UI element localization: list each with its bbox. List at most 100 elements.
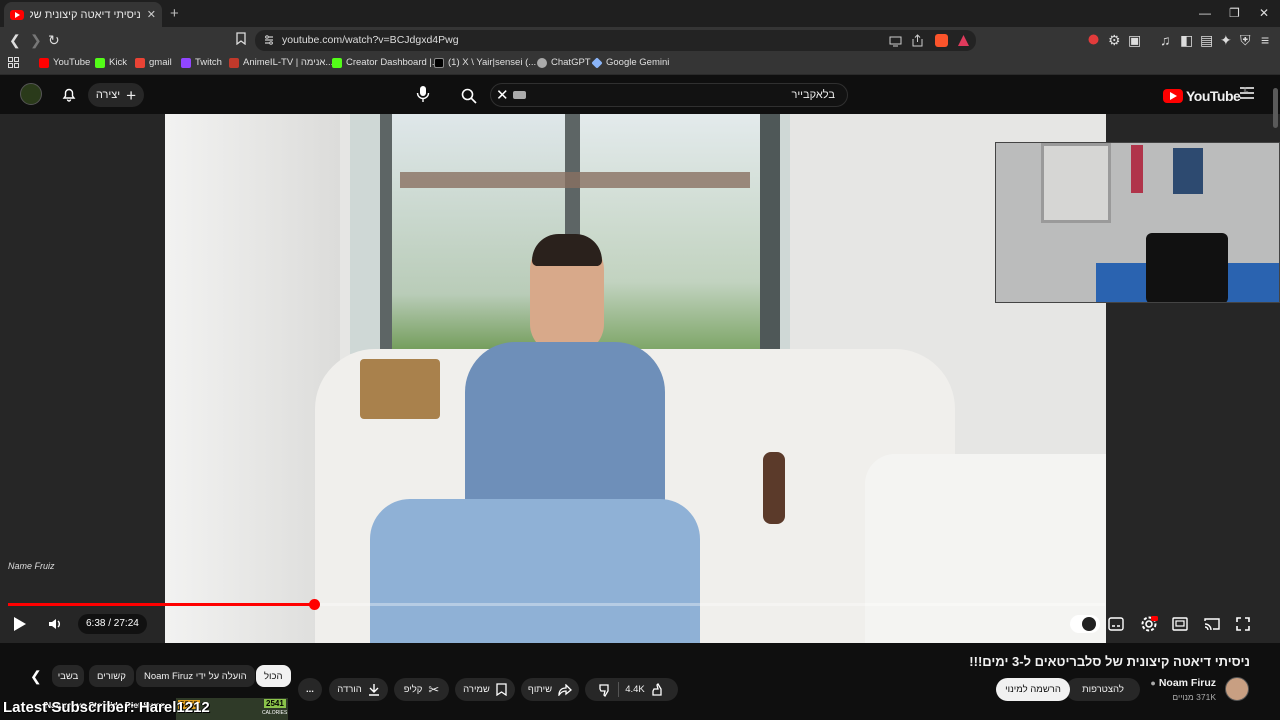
leo-ai-icon[interactable]: ✦ bbox=[1220, 32, 1232, 49]
doll bbox=[763, 452, 785, 524]
more-icon: ... bbox=[306, 684, 314, 695]
new-tab-button[interactable]: + bbox=[170, 5, 179, 22]
webcam-overlay bbox=[995, 142, 1280, 303]
restore-icon[interactable]: ❐ bbox=[1229, 6, 1240, 20]
channel-avatar[interactable] bbox=[1225, 677, 1249, 701]
animeil-icon bbox=[229, 57, 239, 68]
chips-scroll-left-icon[interactable]: ❮ bbox=[30, 668, 42, 685]
person-jeans bbox=[370, 499, 700, 643]
share-icon bbox=[558, 683, 573, 696]
save-button[interactable]: שמירה bbox=[455, 678, 515, 701]
progress-scrubber[interactable] bbox=[309, 599, 321, 610]
youtube-header: יצירה + ✕ בלאקבייר bbox=[0, 76, 1280, 114]
plus-icon: + bbox=[126, 85, 137, 105]
sidebar-icon[interactable]: ◧ bbox=[1180, 32, 1193, 49]
x-icon bbox=[434, 57, 444, 68]
bookmark-x[interactable]: (1) X \ Yair|sensei (... bbox=[434, 57, 536, 68]
settings-icon[interactable] bbox=[1140, 615, 1158, 633]
brave-shield-icon[interactable] bbox=[935, 34, 948, 47]
youtube-icon bbox=[39, 57, 49, 68]
media-icon[interactable]: ♫ bbox=[1160, 32, 1171, 48]
share-button[interactable]: שיתוף bbox=[521, 678, 579, 701]
wallet-icon[interactable]: ▤ bbox=[1200, 32, 1213, 49]
cast-icon[interactable] bbox=[1204, 617, 1220, 631]
clear-search-icon[interactable]: ✕ bbox=[496, 86, 509, 104]
search-icon[interactable] bbox=[461, 88, 477, 104]
vpn-icon[interactable]: ⛨ bbox=[1240, 32, 1251, 49]
keyboard-icon[interactable] bbox=[513, 91, 526, 99]
bookmark-icon[interactable] bbox=[236, 32, 246, 45]
tab-active[interactable]: ניסיתי דיאטה קיצונית של סלבריטאים ✕ bbox=[4, 2, 162, 27]
tab-strip: ניסיתי דיאטה קיצונית של סלבריטאים ✕ + — … bbox=[0, 0, 1280, 27]
minimize-icon[interactable]: — bbox=[1199, 6, 1211, 20]
search-box[interactable]: ✕ בלאקבייר bbox=[461, 83, 848, 107]
chip-recent[interactable]: בשבי bbox=[52, 665, 84, 687]
bookmark-gmail[interactable]: gmail bbox=[135, 57, 172, 68]
twitch-icon bbox=[181, 57, 191, 68]
back-icon[interactable]: ❮ bbox=[9, 32, 21, 49]
bookmark-animeil[interactable]: AnimeIL-TV | אנימה... bbox=[229, 57, 333, 68]
bookmark-kick[interactable]: Kick bbox=[95, 57, 127, 68]
subscribe-button[interactable]: הרשמה למינוי bbox=[996, 678, 1070, 701]
more-actions-button[interactable]: ... bbox=[298, 678, 322, 701]
latest-subscriber-overlay: Latest Subscriber: Harel1212 bbox=[3, 699, 210, 716]
screenshot-icon[interactable]: ▣ bbox=[1128, 32, 1141, 49]
fullscreen-icon[interactable] bbox=[1236, 617, 1250, 631]
chip-related[interactable]: קשורים bbox=[89, 665, 134, 687]
volume-icon[interactable] bbox=[47, 616, 63, 632]
tab-title: ניסיתי דיאטה קיצונית של סלבריטאים bbox=[30, 8, 141, 21]
chip-uploaded-by[interactable]: הועלה על ידי Noam Firuz bbox=[136, 665, 255, 687]
window-close-icon[interactable]: ✕ bbox=[1259, 6, 1269, 20]
avatar[interactable] bbox=[20, 83, 42, 105]
progress-played bbox=[8, 603, 315, 606]
video-player[interactable]: Name Fruiz bbox=[0, 114, 1280, 643]
bookmark-youtube[interactable]: YouTube bbox=[39, 57, 90, 68]
url-bar[interactable]: youtube.com/watch?v=BCJdgxd4Pwg bbox=[255, 30, 976, 51]
bookmark-creator-dashboard[interactable]: Creator Dashboard |... bbox=[332, 57, 440, 68]
youtube-favicon-icon bbox=[10, 9, 24, 20]
subscriber-count: 371K מנויים bbox=[1172, 692, 1216, 702]
channel-name[interactable]: ● Noam Firuz bbox=[1150, 677, 1216, 689]
voice-search-icon[interactable] bbox=[415, 85, 431, 103]
watermark: Name Fruiz bbox=[8, 561, 55, 571]
subtitles-icon[interactable] bbox=[1108, 617, 1124, 631]
youtube-logo[interactable]: YouTube IL bbox=[1163, 88, 1248, 104]
cast-page-icon[interactable] bbox=[889, 34, 902, 47]
time-display: 6:38 / 27:24 bbox=[78, 614, 147, 634]
video-frame[interactable] bbox=[165, 114, 1106, 643]
forward-icon[interactable]: ❯ bbox=[30, 32, 42, 49]
download-button[interactable]: הורדה bbox=[329, 678, 388, 701]
miniplayer-icon[interactable] bbox=[1172, 617, 1188, 631]
notifications-bell-icon[interactable] bbox=[61, 86, 77, 102]
brave-rewards-icon[interactable] bbox=[957, 34, 970, 47]
kick-icon bbox=[95, 57, 105, 68]
tab-close-icon[interactable]: ✕ bbox=[147, 8, 156, 21]
join-button[interactable]: להצטרפות bbox=[1066, 678, 1140, 701]
dislike-icon[interactable] bbox=[598, 683, 612, 697]
clip-button[interactable]: קליפ ✂ bbox=[394, 678, 449, 701]
address-row: ❮ ❯ ↻ youtube.com/watch?v=BCJdgxd4Pwg ⚙ … bbox=[0, 27, 1280, 53]
bookmark-chatgpt[interactable]: ChatGPT bbox=[537, 57, 591, 68]
reload-icon[interactable]: ↻ bbox=[48, 32, 60, 49]
bookmark-gemini[interactable]: Google Gemini bbox=[591, 56, 669, 69]
scrollbar-thumb[interactable] bbox=[1273, 88, 1278, 128]
progress-bar[interactable] bbox=[8, 599, 1105, 610]
create-button[interactable]: יצירה + bbox=[88, 83, 144, 107]
play-icon[interactable] bbox=[13, 616, 27, 632]
like-icon[interactable] bbox=[651, 682, 665, 697]
like-count[interactable]: 4.4K bbox=[625, 684, 645, 695]
bookmark-twitch[interactable]: Twitch bbox=[181, 57, 222, 68]
apps-grid-icon[interactable] bbox=[8, 57, 19, 68]
autoplay-toggle[interactable] bbox=[1070, 615, 1100, 633]
chatgpt-icon bbox=[537, 57, 547, 68]
share-page-icon[interactable] bbox=[911, 34, 924, 47]
gmail-icon bbox=[135, 57, 145, 68]
record-icon[interactable] bbox=[1088, 34, 1099, 45]
chip-all[interactable]: הכול bbox=[256, 665, 291, 687]
site-info-icon[interactable] bbox=[263, 34, 276, 47]
menu-icon[interactable]: ≡ bbox=[1261, 32, 1269, 48]
video-title: ניסיתי דיאטה קיצונית של סלבריטאים ל-3 ימ… bbox=[969, 654, 1250, 669]
gemini-icon bbox=[591, 56, 603, 69]
extensions-icon[interactable]: ⚙ bbox=[1108, 32, 1121, 49]
search-input[interactable]: בלאקבייר bbox=[791, 89, 835, 101]
